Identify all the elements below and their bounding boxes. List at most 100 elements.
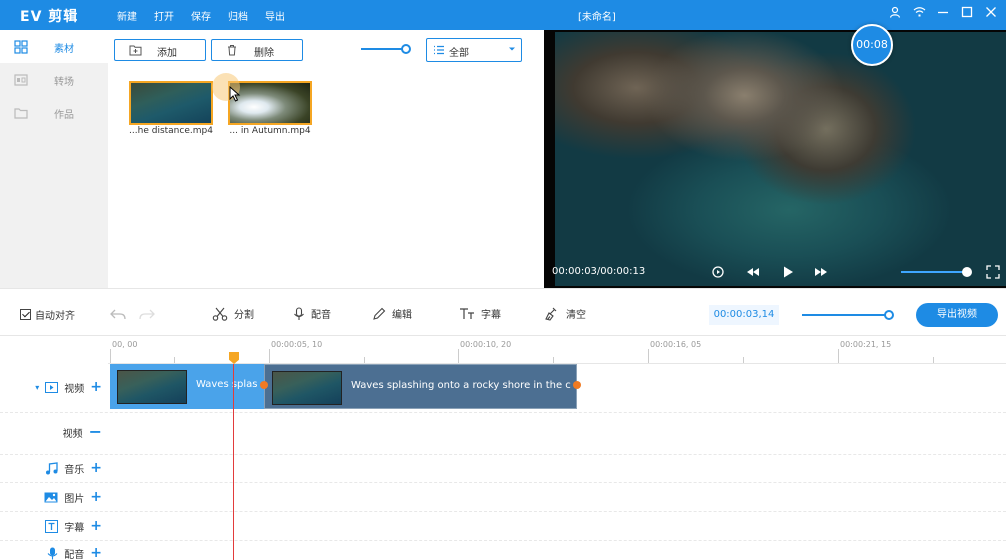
delete-button[interactable]: 删除	[211, 39, 303, 61]
remove-track-button[interactable]: −	[89, 424, 102, 440]
playhead-line	[233, 364, 234, 560]
ruler-label: 00:00:21, 15	[840, 340, 892, 349]
track-music: 音乐 +	[0, 456, 108, 480]
zoom-knob[interactable]	[884, 310, 894, 320]
clear-button[interactable]: 清空	[544, 306, 586, 321]
track-divider	[0, 482, 1006, 483]
app-logo: EV 剪辑	[20, 9, 79, 25]
edit-label: 编辑	[392, 310, 412, 321]
wifi-icon[interactable]	[912, 5, 926, 19]
split-button[interactable]: 分割	[212, 306, 254, 321]
ruler-tick	[269, 349, 270, 363]
ruler-label: 00:00:05, 10	[271, 340, 323, 349]
replay-icon[interactable]	[711, 265, 725, 279]
thumbnail-size-slider[interactable]	[361, 44, 411, 54]
ruler-label: 00:00:10, 20	[460, 340, 512, 349]
ruler-tick	[174, 357, 175, 363]
play-icon[interactable]	[781, 265, 795, 279]
music-note-icon	[46, 461, 58, 474]
title-bar: EV 剪辑 新建 打开 保存 归档 导出 [未命名]	[0, 0, 1006, 30]
menu-open[interactable]: 打开	[154, 8, 174, 23]
add-track-button[interactable]: +	[90, 490, 102, 504]
track-image: 图片 +	[0, 485, 108, 509]
chevron-down-icon	[509, 47, 515, 51]
ruler-tick	[933, 357, 934, 363]
filter-dropdown[interactable]: 全部	[426, 38, 522, 62]
ruler-tick	[110, 349, 111, 363]
track-voiceover: 配音 +	[0, 541, 108, 560]
rewind-icon[interactable]	[746, 265, 760, 279]
maximize-icon[interactable]	[960, 5, 974, 19]
track-label-text: 图片	[64, 493, 85, 505]
user-icon[interactable]	[888, 5, 902, 19]
ruler-tick	[648, 349, 649, 363]
volume-slider[interactable]	[901, 267, 972, 277]
menu-archive[interactable]: 归档	[228, 8, 248, 23]
clip-thumbnail	[117, 370, 187, 404]
timeline-zoom-slider[interactable]	[802, 310, 894, 320]
add-track-button[interactable]: +	[90, 380, 102, 394]
fullscreen-icon[interactable]	[986, 265, 1000, 279]
timeline-clip-2[interactable]: Waves splashing onto a rocky shore in th…	[264, 364, 577, 409]
image-icon	[44, 492, 58, 502]
checkbox-box[interactable]	[20, 309, 31, 320]
add-button-label: 添加	[157, 48, 177, 59]
track-label-text: 音乐	[64, 464, 85, 476]
track-divider	[0, 454, 1006, 455]
track-divider	[0, 511, 1006, 512]
sidebar: 素材 转场 作品	[0, 30, 108, 288]
video-preview: 00:08 00:00:03/00:00:13	[544, 24, 1006, 288]
close-icon[interactable]	[984, 5, 998, 19]
ruler-tick	[838, 349, 839, 363]
preview-frame	[555, 32, 1006, 286]
main-menu: 新建 打开 保存 归档 导出	[117, 8, 285, 23]
microphone-icon	[47, 547, 58, 559]
fast-forward-icon[interactable]	[814, 265, 828, 279]
media-thumbnail[interactable]	[129, 81, 213, 125]
sidebar-item-transitions[interactable]: 转场	[0, 63, 108, 96]
clip-thumbnail	[272, 371, 342, 405]
timeline-clip-1[interactable]: Waves splas	[110, 364, 264, 409]
subtitle-button[interactable]: 字幕	[459, 306, 501, 321]
menu-new[interactable]: 新建	[117, 8, 137, 23]
menu-save[interactable]: 保存	[191, 8, 211, 23]
export-video-button[interactable]: 导出视频	[916, 303, 998, 327]
track-video-2: 视频 −	[0, 420, 108, 444]
add-track-button[interactable]: +	[90, 461, 102, 475]
sidebar-item-label: 作品	[54, 110, 74, 121]
grid-icon	[14, 40, 28, 54]
track-divider	[0, 540, 1006, 541]
add-button[interactable]: 添加	[114, 39, 206, 61]
menu-export[interactable]: 导出	[265, 8, 285, 23]
auto-align-checkbox[interactable]: 自动对齐	[20, 307, 75, 322]
track-label-text: 字幕	[64, 522, 85, 534]
clip-title: Waves splashing onto a rocky shore in th…	[351, 380, 571, 391]
ruler-tick	[364, 357, 365, 363]
transition-icon	[14, 74, 28, 86]
minimize-icon[interactable]	[936, 5, 950, 19]
ruler-tick	[553, 357, 554, 363]
filter-value: 全部	[449, 48, 469, 59]
undo-icon[interactable]	[110, 308, 126, 320]
trash-icon	[228, 45, 236, 56]
clip-trim-handle[interactable]	[573, 381, 581, 389]
track-divider	[0, 412, 1006, 413]
clip-trim-handle[interactable]	[260, 381, 268, 389]
volume-knob[interactable]	[962, 267, 972, 277]
add-track-button[interactable]: +	[90, 546, 102, 560]
add-folder-icon	[129, 45, 142, 56]
slider-knob[interactable]	[401, 44, 411, 54]
sidebar-item-works[interactable]: 作品	[0, 96, 108, 129]
add-track-button[interactable]: +	[90, 519, 102, 533]
ruler-tick	[458, 349, 459, 363]
redo-icon[interactable]	[139, 308, 155, 320]
ruler-label: 00:00:16, 05	[650, 340, 702, 349]
time-ruler[interactable]: 00, 00 00:00:05, 10 00:00:10, 20 00:00:1…	[108, 336, 1006, 364]
track-subtitle: 字幕 +	[0, 514, 108, 538]
sidebar-item-materials[interactable]: 素材	[0, 30, 108, 63]
track-label-text: 视频	[64, 383, 85, 395]
edit-button[interactable]: 编辑	[372, 306, 412, 321]
track-expand-toggle[interactable]: ▾	[35, 383, 39, 392]
dub-button[interactable]: 配音	[293, 306, 331, 321]
text-icon	[460, 307, 474, 319]
